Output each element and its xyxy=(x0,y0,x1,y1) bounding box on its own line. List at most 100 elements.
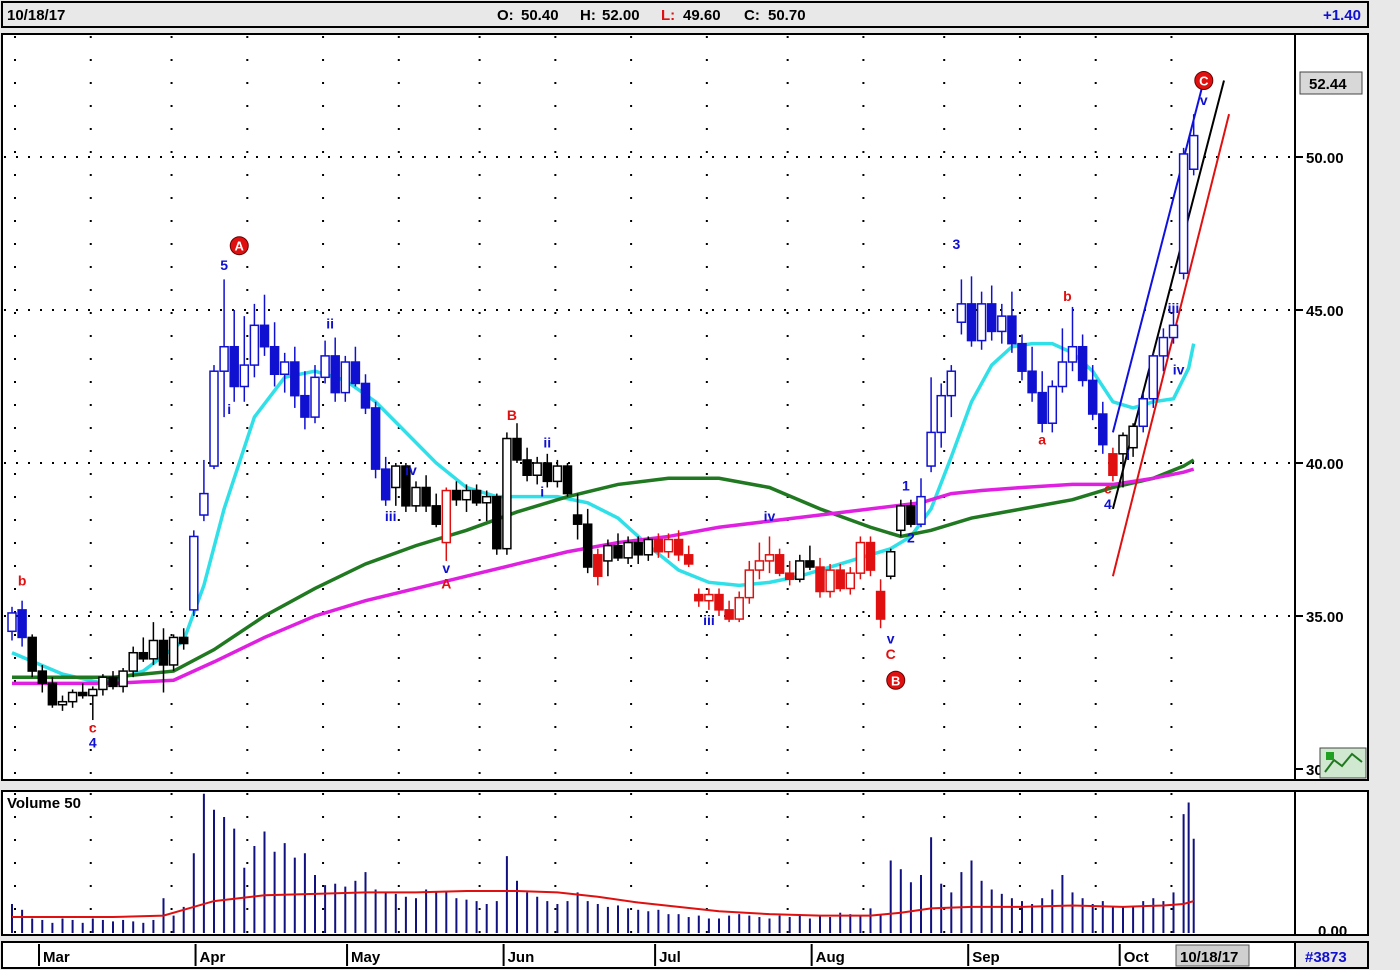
candle-body xyxy=(47,682,58,706)
candle-body xyxy=(310,376,320,418)
candle-body xyxy=(77,691,88,697)
candle-body xyxy=(178,636,189,645)
candle-body xyxy=(643,538,654,556)
candle-body xyxy=(593,554,603,577)
candle-body xyxy=(199,492,209,516)
wave-label: iv xyxy=(764,508,776,524)
wave-label: 4 xyxy=(89,735,97,751)
candle-body xyxy=(875,590,886,620)
candle xyxy=(370,401,381,479)
wave-label: i xyxy=(227,401,231,417)
candle-body xyxy=(1128,425,1138,449)
candle-body xyxy=(239,364,250,388)
header-low-label: L: xyxy=(661,7,675,24)
circled-wave-text: C xyxy=(1199,74,1209,89)
candle-body xyxy=(896,505,906,532)
candle-body xyxy=(259,324,270,348)
candle-body xyxy=(7,612,17,633)
candle-body xyxy=(532,462,542,476)
candle xyxy=(189,530,199,616)
candle-body xyxy=(522,459,532,476)
candle-body xyxy=(98,676,108,691)
candle-body xyxy=(764,554,775,562)
candle-body xyxy=(572,514,583,525)
wave-label: i xyxy=(1126,447,1130,463)
candle-body xyxy=(855,541,866,574)
circled-wave-text: B xyxy=(891,673,900,688)
candle-body xyxy=(724,609,734,620)
candle-body xyxy=(1067,345,1078,363)
wave-label: ii xyxy=(543,435,551,451)
candle-body xyxy=(471,489,482,504)
candle-body xyxy=(1168,324,1179,339)
month-label: Mar xyxy=(43,949,70,966)
wave-label: v xyxy=(1200,92,1208,108)
candle-body xyxy=(431,505,441,525)
wave-label: b xyxy=(18,572,27,588)
volume-zero-tick: 0.00 xyxy=(1318,923,1347,940)
month-label: Apr xyxy=(200,949,226,966)
candle-body xyxy=(744,569,755,599)
candle-body xyxy=(128,651,138,672)
header-close-label: C: xyxy=(744,7,760,24)
wave-label: iii xyxy=(1168,300,1180,316)
header-low: 49.60 xyxy=(683,7,721,24)
candle-body xyxy=(1047,385,1058,424)
candle xyxy=(855,536,866,580)
candle-body xyxy=(330,355,340,394)
wave-label: a xyxy=(1038,432,1046,448)
candle-body xyxy=(562,465,573,495)
candle-body xyxy=(673,538,684,556)
candle-body xyxy=(360,382,371,409)
candle-body xyxy=(1108,453,1118,476)
header-open: 50.40 xyxy=(521,7,559,24)
candle-body xyxy=(391,465,401,489)
candle-body xyxy=(946,370,957,397)
candle-body xyxy=(825,569,835,593)
header-high: 52.00 xyxy=(602,7,640,24)
candle-body xyxy=(380,468,391,501)
candle-body xyxy=(1027,370,1037,394)
candle-body xyxy=(694,593,704,602)
candle-body xyxy=(734,596,744,620)
candle-body xyxy=(997,315,1007,333)
candle xyxy=(502,432,512,555)
candle-body xyxy=(57,700,68,706)
wave-label: iii xyxy=(385,508,397,524)
circled-wave-label: A xyxy=(229,236,249,256)
candle-body xyxy=(784,572,795,581)
candle xyxy=(209,365,219,470)
candle-body xyxy=(906,505,916,525)
candle-body xyxy=(633,541,643,556)
candle-body xyxy=(67,691,78,703)
candle-body xyxy=(1077,345,1088,382)
candle-body xyxy=(805,560,815,568)
candle-body xyxy=(704,593,714,602)
candle-body xyxy=(663,538,674,553)
chart-style-icon[interactable] xyxy=(1319,747,1367,779)
wave-label: B xyxy=(507,407,517,423)
candle-body xyxy=(552,465,563,483)
candle-body xyxy=(138,651,149,660)
footer-date: 10/18/17 xyxy=(1180,949,1238,966)
candle-body xyxy=(118,670,128,688)
candle-body xyxy=(1037,391,1047,424)
candle-body xyxy=(481,495,492,504)
candle-body xyxy=(865,541,876,571)
candle-body xyxy=(1017,342,1027,372)
symbol-id: #3873 xyxy=(1305,949,1347,966)
candle-body xyxy=(249,324,260,366)
wave-label: C xyxy=(886,646,896,662)
candle-body xyxy=(582,523,593,568)
wave-label: 2 xyxy=(907,530,915,546)
wave-label: 4 xyxy=(1104,496,1112,512)
candle-body xyxy=(835,569,845,590)
header-date: 10/18/17 xyxy=(7,7,65,24)
candle xyxy=(1138,392,1148,433)
circled-wave-label: C xyxy=(1194,71,1214,90)
month-label: May xyxy=(351,949,381,966)
header-change: +1.40 xyxy=(1323,7,1361,24)
candle-body xyxy=(936,394,946,434)
wave-label: v xyxy=(887,631,895,647)
wave-label: iii xyxy=(703,612,715,628)
